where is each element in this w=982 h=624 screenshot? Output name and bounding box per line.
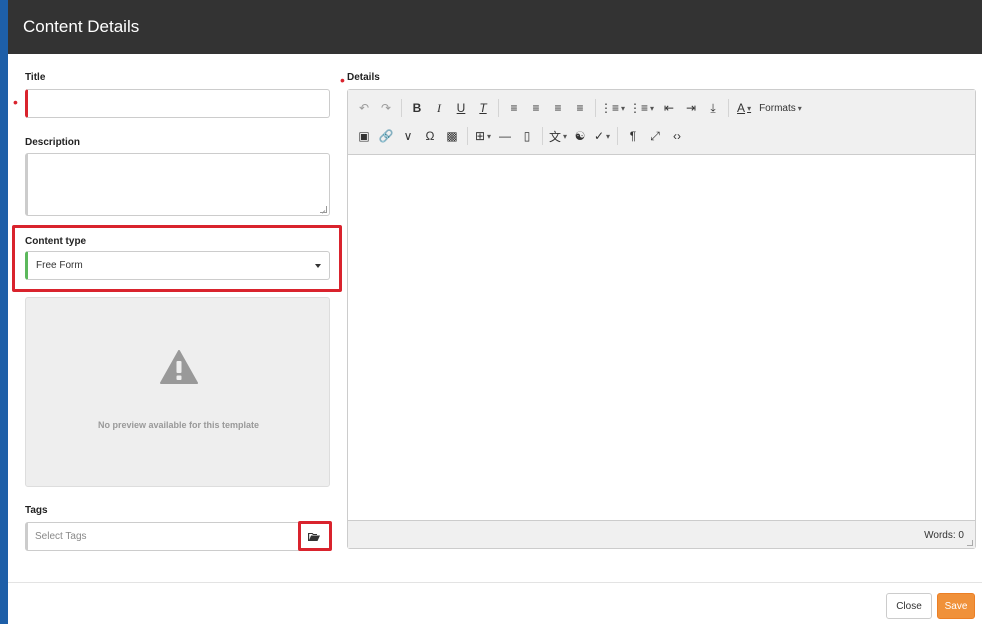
close-button[interactable]: Close xyxy=(886,593,932,619)
description-label: Description xyxy=(25,137,81,148)
resize-grip-icon[interactable] xyxy=(967,540,973,546)
rich-text-editor: ↶ ↷ B I U T ≡ ≡ ≡ ≡ ⋮≡▾ ⋮≡▾ ⇤ ⇥ ⤓ A▾ xyxy=(347,89,976,549)
window-left-border xyxy=(0,0,8,624)
warning-icon xyxy=(160,350,198,384)
chevron-down-icon: ▾ xyxy=(797,103,802,113)
toolbar-separator xyxy=(728,99,730,117)
editor-statusbar: Words: 0 xyxy=(348,520,975,548)
tags-label: Tags xyxy=(25,505,48,516)
align-right-icon[interactable]: ≡ xyxy=(547,98,569,118)
unlink-icon[interactable]: ∨ xyxy=(397,126,419,146)
text-color-icon[interactable]: A ▾ xyxy=(733,98,755,118)
align-center-icon[interactable]: ≡ xyxy=(525,98,547,118)
bookmark-icon[interactable]: ▯ xyxy=(516,126,538,146)
folder-open-icon[interactable] xyxy=(308,532,320,541)
outdent-icon[interactable]: ⇤ xyxy=(658,98,680,118)
clear-formatting-icon[interactable]: T xyxy=(472,98,494,118)
table-icon[interactable]: ⊞ ▾ xyxy=(472,126,494,146)
save-button[interactable]: Save xyxy=(937,593,975,619)
details-required-marker: • xyxy=(340,72,345,88)
toolbar-separator xyxy=(542,127,543,145)
no-preview-text: No preview available for this template xyxy=(97,420,260,430)
image-icon[interactable]: ▣ xyxy=(353,126,375,146)
link-icon[interactable]: 🔗 xyxy=(375,126,397,146)
footer-divider xyxy=(8,582,982,583)
media-icon[interactable]: ▩ xyxy=(441,126,463,146)
content-type-select[interactable]: Free Form xyxy=(25,251,330,280)
content-details-modal: Content Details Title • Description Cont… xyxy=(8,0,982,624)
formats-dropdown[interactable]: Formats ▾ xyxy=(759,103,802,114)
modal-header: Content Details xyxy=(8,0,982,54)
editor-toolbar: ↶ ↷ B I U T ≡ ≡ ≡ ≡ ⋮≡▾ ⋮≡▾ ⇤ ⇥ ⤓ A▾ xyxy=(348,90,975,155)
insert-icon[interactable]: ⤓ xyxy=(702,98,724,118)
tags-input[interactable]: Select Tags xyxy=(25,522,330,551)
bold-icon[interactable]: B xyxy=(406,98,428,118)
spellcheck-icon[interactable]: ✓ ▾ xyxy=(591,126,613,146)
toolbar-separator xyxy=(617,127,618,145)
underline-icon[interactable]: U xyxy=(450,98,472,118)
editor-content-area[interactable] xyxy=(348,155,975,520)
toolbar-separator xyxy=(498,99,499,117)
toolbar-row-2: ▣ 🔗 ∨ Ω ▩ ⊞ ▾ — ▯ 文 ▾ ☯ ✓ ▾ ¶ ⤢ ‹› xyxy=(353,126,688,146)
chevron-down-icon xyxy=(315,264,321,268)
special-char-icon[interactable]: Ω xyxy=(419,126,441,146)
indent-icon[interactable]: ⇥ xyxy=(680,98,702,118)
italic-icon[interactable]: I xyxy=(428,98,450,118)
undo-icon[interactable]: ↶ xyxy=(353,98,375,118)
toolbar-separator xyxy=(467,127,468,145)
formats-label: Formats xyxy=(759,102,796,114)
title-input[interactable] xyxy=(25,89,330,118)
fullscreen-icon[interactable]: ⤢ xyxy=(644,126,666,146)
modal-title: Content Details xyxy=(23,17,140,36)
paragraph-icon[interactable]: ¶ xyxy=(622,126,644,146)
toolbar-separator xyxy=(595,99,596,117)
numbered-list-icon[interactable]: ⋮≡ ▾ xyxy=(629,98,654,118)
description-textarea[interactable] xyxy=(25,153,330,216)
content-type-label: Content type xyxy=(25,236,87,247)
template-preview: No preview available for this template xyxy=(25,297,330,487)
toolbar-row-1: ↶ ↷ B I U T ≡ ≡ ≡ ≡ ⋮≡▾ ⋮≡▾ ⇤ ⇥ ⤓ A▾ xyxy=(353,98,802,118)
find-icon[interactable]: ☯ xyxy=(569,126,591,146)
translate-icon[interactable]: 文 ▾ xyxy=(547,126,569,146)
align-left-icon[interactable]: ≡ xyxy=(503,98,525,118)
content-type-value: Free Form xyxy=(36,260,83,271)
title-label: Title xyxy=(25,72,46,83)
title-required-marker: • xyxy=(13,94,18,110)
bullet-list-icon[interactable]: ⋮≡ ▾ xyxy=(600,98,625,118)
tags-placeholder: Select Tags xyxy=(35,531,87,542)
align-justify-icon[interactable]: ≡ xyxy=(569,98,591,118)
horizontal-rule-icon[interactable]: — xyxy=(494,126,516,146)
resize-grip-icon[interactable] xyxy=(320,206,327,213)
code-icon[interactable]: ‹› xyxy=(666,126,688,146)
details-label: Details xyxy=(347,72,380,83)
toolbar-separator xyxy=(401,99,402,117)
redo-icon[interactable]: ↷ xyxy=(375,98,397,118)
word-count: Words: 0 xyxy=(924,530,964,541)
